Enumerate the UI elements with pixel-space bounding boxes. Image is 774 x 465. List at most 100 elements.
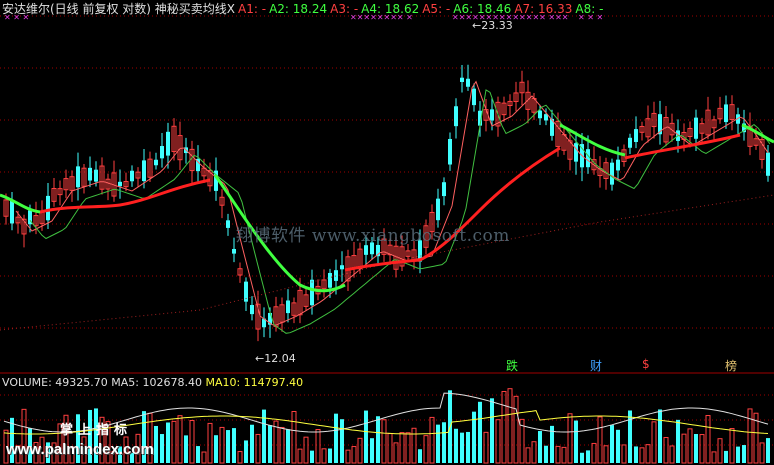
- candle-body: [538, 110, 542, 119]
- volume-bar: [466, 431, 470, 463]
- candle-body: [616, 159, 620, 171]
- candle-body: [340, 265, 344, 270]
- volume-bar: [621, 444, 627, 464]
- volume-bar: [250, 424, 254, 463]
- volume-bar: [345, 449, 351, 464]
- candle-body: [436, 198, 440, 221]
- volume-bar: [544, 445, 548, 463]
- volume-bar: [724, 450, 728, 463]
- volume-bar: [315, 429, 321, 464]
- volume-bar: [454, 428, 458, 463]
- volume-bar: [411, 427, 417, 464]
- volume-bar: [681, 433, 687, 464]
- candle-body: [766, 152, 770, 176]
- volume-bar: [321, 448, 327, 464]
- volume-bar: [423, 435, 429, 464]
- volume-bar: [399, 432, 405, 464]
- volume-bar: [711, 451, 717, 464]
- signal-marks-mid: ✕✕✕✕✕✕✕✕ ✕: [350, 13, 413, 22]
- volume-bar: [538, 431, 542, 463]
- volume-bar: [196, 446, 200, 463]
- volume-bar: [663, 437, 669, 464]
- candle-body: [466, 78, 470, 87]
- volume-bar: [303, 436, 309, 464]
- volume-bar: [364, 410, 368, 463]
- volume-bar: [610, 425, 614, 463]
- volume-header: VOLUME: 49325.70 MA5: 102678.40 MA10: 11…: [2, 376, 303, 390]
- candle-body: [634, 129, 638, 142]
- candle-body: [250, 305, 254, 315]
- volume-bar: [255, 433, 261, 464]
- volume-bar: [340, 419, 344, 463]
- volume-bar: [687, 428, 693, 464]
- candle-body: [142, 160, 146, 182]
- candle-body: [154, 159, 158, 166]
- candle-body: [310, 279, 314, 306]
- candle-body: [334, 270, 338, 281]
- signal-dollar: $: [642, 357, 650, 371]
- volume-bar: [171, 420, 177, 464]
- candle-body: [364, 245, 368, 255]
- volume-bar: [328, 448, 332, 463]
- volume-bar: [286, 429, 290, 463]
- volume-bar: [291, 410, 297, 464]
- volume-bar: [525, 447, 531, 464]
- volume-bar: [189, 420, 195, 464]
- low-price-label: ←12.04: [255, 352, 296, 365]
- volume-bar: [387, 433, 393, 464]
- candle-body: [694, 117, 698, 139]
- volume-bar: [759, 442, 765, 464]
- volume-bar: [310, 450, 314, 463]
- candle-body: [118, 181, 122, 187]
- volume-bar: [699, 434, 705, 464]
- volume-bar: [561, 446, 567, 464]
- candle-body: [166, 131, 170, 156]
- volume-bar: [669, 445, 675, 464]
- header-item-1: A1: -: [238, 2, 267, 16]
- volume-bar: [177, 415, 183, 464]
- volume-bar: [736, 446, 740, 463]
- volume-bar: [694, 434, 698, 463]
- volume-bar: [478, 401, 482, 463]
- volume-bar: [297, 448, 303, 464]
- volume-bar: [268, 425, 272, 463]
- volume-bar: [766, 438, 770, 463]
- candle-body: [442, 182, 446, 197]
- candle-body: [160, 146, 164, 159]
- candle-body: [490, 109, 494, 121]
- candle-body: [472, 88, 476, 106]
- volume-bar: [357, 437, 363, 464]
- candle-body: [574, 143, 578, 162]
- candle-body: [88, 167, 92, 181]
- volume-bar: [232, 428, 236, 463]
- volume-bar: [351, 446, 357, 464]
- volume-bar: [334, 413, 338, 463]
- candle-body: [76, 166, 80, 188]
- volume-bar: [513, 395, 519, 464]
- volume-ma5: MA5: 102678.40: [111, 376, 202, 389]
- volume-bar: [717, 438, 723, 464]
- volume-bar: [586, 450, 590, 463]
- candle-body: [724, 104, 728, 123]
- volume-bar: [729, 428, 735, 464]
- candle-body: [454, 106, 458, 127]
- candle-body: [286, 300, 290, 314]
- volume-bar: [603, 445, 609, 464]
- volume-bar: [460, 432, 464, 463]
- signal-marks-left: ✕ ✕ ✕: [4, 13, 30, 22]
- volume-bar: [370, 438, 374, 463]
- volume-bar: [418, 449, 422, 463]
- volume-bar: [201, 451, 207, 464]
- volume-bar: [393, 442, 399, 464]
- candle-body: [448, 138, 452, 165]
- logo-text: 掌上指标: [60, 423, 133, 438]
- volume-bar: [639, 447, 645, 464]
- volume-bar: [676, 419, 680, 463]
- candle-body: [232, 248, 236, 254]
- logo-url: www.palmindex.com: [6, 441, 154, 458]
- candle-body: [46, 195, 50, 221]
- volume-bar: [580, 452, 584, 463]
- candle-body: [610, 162, 614, 185]
- volume-bar: [214, 435, 218, 463]
- candle-body: [460, 77, 464, 82]
